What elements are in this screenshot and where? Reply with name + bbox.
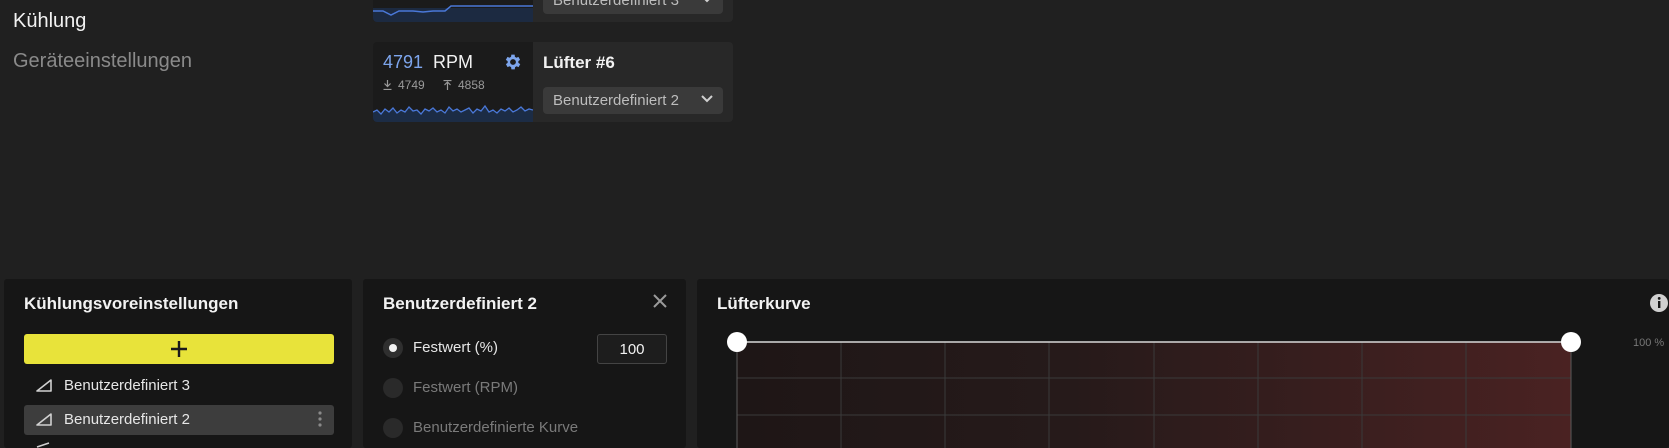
fan-graph [373, 0, 533, 22]
fan-rpm-min: 4749 [383, 78, 425, 92]
curve-icon [36, 379, 52, 392]
chevron-down-icon [704, 0, 710, 3]
fan-sparkline [373, 104, 533, 122]
radio-fixed-percent[interactable] [383, 338, 403, 358]
presets-panel-title: Kühlungsvoreinstellungen [24, 294, 239, 313]
plus-icon [171, 341, 187, 357]
fan-preset-select[interactable]: Benutzerdefiniert 2 [543, 87, 723, 114]
gear-icon[interactable] [503, 52, 523, 72]
preset-item[interactable]: Benutzerdefiniert 3 [24, 371, 334, 401]
fan-rpm-unit: RPM [433, 52, 473, 72]
curve-icon [36, 413, 52, 426]
curve-point-start[interactable] [727, 332, 747, 352]
nav-item-geraeteeinstellungen[interactable]: Geräteeinstellungen [13, 50, 192, 73]
fan-card-6: 4791 RPM 4749 4858 Lüfter #6 Benutzerdef… [373, 42, 733, 122]
curve-icon [36, 442, 50, 448]
y-axis-label-max: 100 % [1633, 337, 1665, 349]
radio-custom-curve[interactable] [383, 418, 403, 438]
fan-curve-chart[interactable] [697, 279, 1669, 448]
preset-item-selected[interactable]: Benutzerdefiniert 2 [24, 405, 334, 435]
presets-panel: Kühlungsvoreinstellungen Benutzerdefinie… [4, 279, 352, 448]
preset-detail-title: Benutzerdefiniert 2 [383, 294, 537, 313]
chevron-down-icon [701, 95, 713, 103]
fan-card-previous: Benutzerdefiniert 3 [373, 0, 733, 22]
upload-icon [443, 79, 452, 90]
fan-graph: 4791 RPM 4749 4858 [373, 42, 533, 122]
kebab-icon[interactable] [318, 411, 322, 427]
fan-name: Lüfter #6 [543, 53, 615, 72]
fixed-value-input[interactable] [597, 334, 667, 364]
info-icon[interactable] [1649, 293, 1669, 313]
fan-sparkline [373, 5, 533, 22]
close-icon[interactable] [652, 293, 668, 309]
fan-preset-select-previous[interactable]: Benutzerdefiniert 3 [543, 0, 723, 14]
curve-point-end[interactable] [1561, 332, 1581, 352]
fan-curve-panel: Lüfterkurve 100 % [697, 279, 1669, 448]
fan-rpm-value: 4791 [383, 52, 424, 72]
nav-item-kuehlung[interactable]: Kühlung [13, 10, 86, 33]
download-icon [383, 80, 392, 91]
radio-fixed-rpm[interactable] [383, 378, 403, 398]
add-preset-button[interactable] [24, 334, 334, 364]
fan-rpm-max: 4858 [443, 78, 485, 92]
